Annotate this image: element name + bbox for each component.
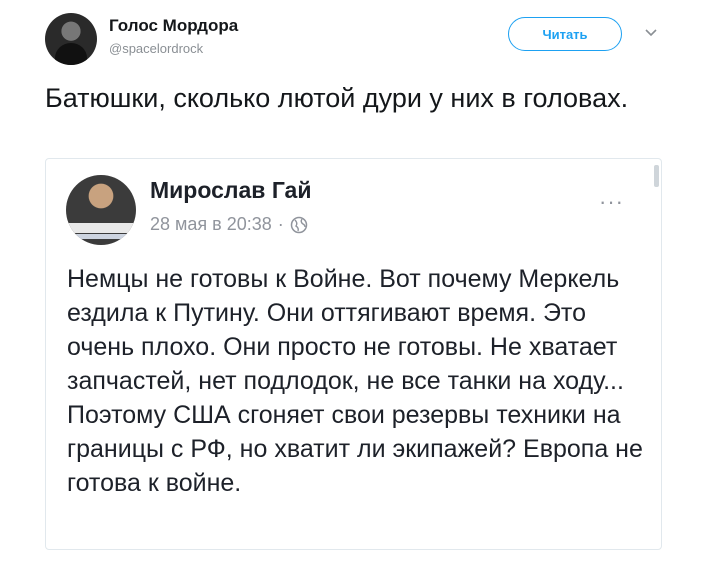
chevron-down-icon[interactable] <box>643 24 659 40</box>
post-meta: 28 мая в 20:38 · <box>150 214 308 235</box>
tweet: Голос Мордора @spacelordrock Читать Батю… <box>0 0 701 566</box>
embedded-post-card[interactable]: Мирослав Гай 28 мая в 20:38 · ··· Немцы … <box>45 158 662 550</box>
post-date[interactable]: 28 мая в 20:38 <box>150 214 272 235</box>
tweet-text: Батюшки, сколько лютой дури у них в голо… <box>45 83 629 113</box>
scrollbar[interactable] <box>654 165 659 187</box>
more-options-icon[interactable]: ··· <box>599 189 624 215</box>
meta-separator: · <box>277 214 284 234</box>
author-handle[interactable]: @spacelordrock <box>109 41 203 56</box>
follow-button[interactable]: Читать <box>508 17 622 51</box>
author-name[interactable]: Голос Мордора <box>109 16 238 36</box>
post-author-avatar[interactable] <box>66 175 136 245</box>
post-text: Немцы не готовы к Войне. Вот почему Мерк… <box>67 265 643 497</box>
post-author-name[interactable]: Мирослав Гай <box>150 177 311 204</box>
globe-icon <box>290 216 308 233</box>
author-avatar[interactable] <box>45 13 97 65</box>
